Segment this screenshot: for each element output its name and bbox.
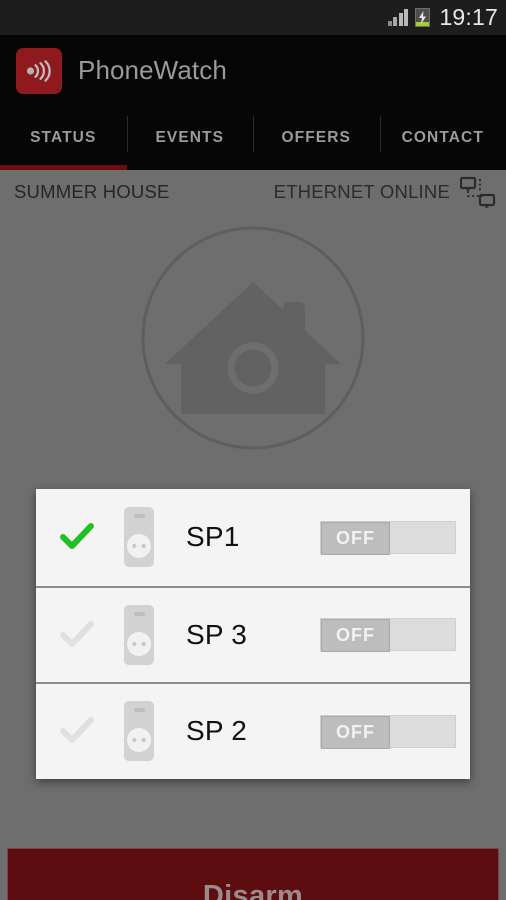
disarm-button[interactable]: Disarm [7, 848, 499, 900]
list-item-label: SP 3 [186, 618, 247, 650]
battery-charging-icon [415, 8, 431, 27]
list-item[interactable]: SP 3 OFF [36, 585, 470, 683]
tab-events[interactable]: EVENTS [126, 106, 254, 170]
toggle-label: OFF [336, 721, 375, 742]
toggle-thumb: OFF [321, 619, 390, 653]
app-screen: 19:17 PhoneWatch STATUS EVENTS OFFERS CO… [0, 0, 506, 900]
list-item[interactable]: SP 2 OFF [36, 682, 470, 779]
signal-bars-icon [387, 9, 409, 26]
tab-status-label: STATUS [30, 129, 97, 146]
tab-events-label: EVENTS [155, 129, 225, 146]
toggle-switch[interactable]: OFF [320, 618, 456, 653]
disarm-button-label: Disarm [202, 880, 304, 900]
status-bar-clock: 19:17 [439, 4, 498, 30]
smart-plug-icon [108, 604, 170, 666]
smart-plug-icon [108, 506, 170, 568]
toggle-switch[interactable]: OFF [320, 520, 456, 555]
toggle-switch[interactable]: OFF [320, 714, 456, 749]
tab-offers[interactable]: OFFERS [253, 106, 380, 170]
tab-status[interactable]: STATUS [0, 106, 127, 170]
android-status-bar: 19:17 [0, 0, 506, 35]
toggle-thumb: OFF [321, 715, 390, 749]
smart-plug-selection-dialog: SP1 OFF SP 3 OFF SP 2 OFF [36, 489, 470, 779]
toggle-label: OFF [336, 527, 375, 548]
check-icon [46, 523, 108, 551]
main-content: SUMMER HOUSE ETHERNET ONLINE SP1 OFF SP … [0, 170, 506, 900]
list-item-label: SP 2 [186, 715, 247, 747]
phonewatch-logo-icon [16, 47, 62, 94]
list-item[interactable]: SP1 OFF [36, 489, 470, 586]
check-icon [46, 620, 108, 649]
check-icon [46, 717, 108, 745]
list-item-label: SP1 [186, 521, 240, 553]
toggle-thumb: OFF [321, 521, 390, 555]
tab-offers-label: OFFERS [281, 129, 351, 146]
app-bar: PhoneWatch [0, 35, 506, 106]
tab-bar: STATUS EVENTS OFFERS CONTACT [0, 106, 506, 170]
tab-contact-label: CONTACT [401, 129, 484, 146]
toggle-label: OFF [336, 625, 375, 646]
tab-contact[interactable]: CONTACT [379, 106, 506, 170]
smart-plug-icon [108, 700, 170, 762]
app-title: PhoneWatch [78, 55, 227, 85]
